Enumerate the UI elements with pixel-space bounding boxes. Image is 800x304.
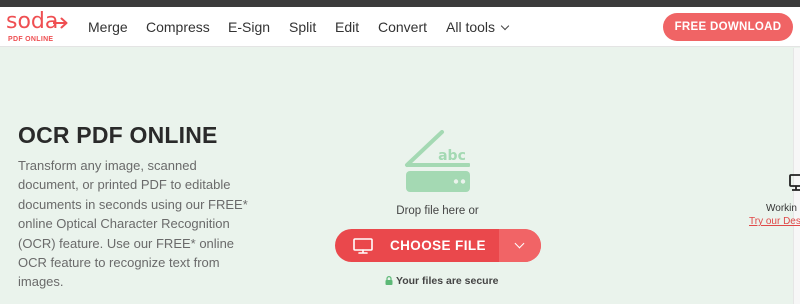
soda-logo[interactable]: soda PDF ONLINE	[6, 9, 70, 45]
drop-file-text: Drop file here or	[396, 205, 479, 217]
nav-convert[interactable]: Convert	[378, 19, 427, 35]
logo-subtitle: PDF ONLINE	[8, 36, 54, 43]
page-title: OCR PDF ONLINE	[18, 122, 218, 148]
secure-text: Your files are secure	[396, 275, 499, 287]
nav-e-sign[interactable]: E-Sign	[228, 19, 270, 35]
nav-merge[interactable]: Merge	[88, 19, 128, 35]
page-description: Transform any image, scanned document, o…	[18, 158, 248, 290]
lock-icon	[385, 276, 393, 285]
working-offline-text: Workin	[766, 203, 797, 214]
browser-top-strip	[0, 0, 800, 7]
desktop-icon	[789, 174, 800, 191]
choose-file-main[interactable]: CHOOSE FILE	[335, 229, 499, 262]
scanner-icon: abc	[405, 130, 470, 192]
choose-file-dropdown[interactable]	[499, 229, 541, 262]
choose-file-button[interactable]: CHOOSE FILE	[335, 229, 541, 262]
logo-arrow-icon	[53, 17, 68, 29]
monitor-icon	[353, 238, 373, 254]
top-navbar: soda PDF ONLINE Merge Compress E-Sign Sp…	[0, 7, 800, 47]
try-desktop-link[interactable]: Try our Des	[749, 216, 800, 227]
nav-compress[interactable]: Compress	[146, 19, 210, 35]
choose-file-label: CHOOSE FILE	[390, 238, 486, 253]
free-download-button[interactable]: FREE DOWNLOAD	[663, 13, 793, 41]
chevron-down-icon	[500, 21, 510, 31]
scanner-abc-text: abc	[438, 148, 466, 164]
nav-all-tools-label: All tools	[446, 19, 496, 35]
logo-word: soda	[6, 9, 59, 34]
nav-all-tools[interactable]: All tools	[446, 19, 510, 35]
secure-note: Your files are secure	[385, 275, 499, 287]
nav-split[interactable]: Split	[289, 19, 316, 35]
chevron-down-icon	[514, 238, 525, 249]
nav-edit[interactable]: Edit	[335, 19, 359, 35]
